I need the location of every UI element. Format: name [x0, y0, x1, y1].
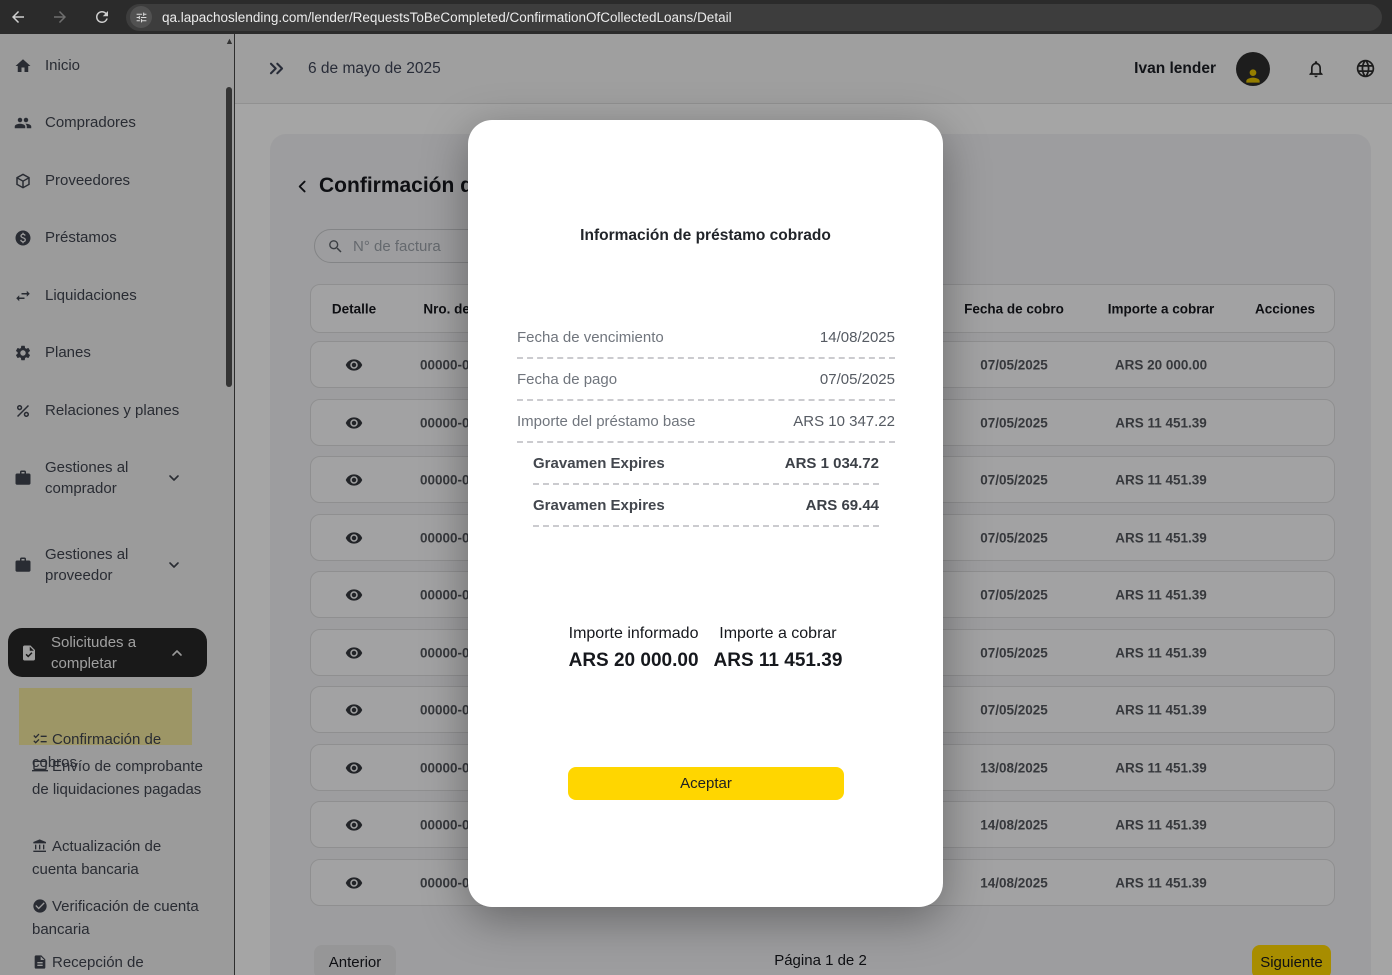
- modal-row-gravamen-1: Gravamen Expires ARS 1 034.72: [533, 443, 879, 485]
- total-value: ARS 11 451.39: [714, 650, 843, 672]
- row-value: 14/08/2025: [820, 329, 895, 346]
- row-label: Gravamen Expires: [533, 497, 665, 514]
- browser-forward-icon[interactable]: [46, 3, 74, 31]
- row-label: Gravamen Expires: [533, 455, 665, 472]
- row-label: Importe del préstamo base: [517, 413, 695, 430]
- row-value: ARS 69.44: [806, 497, 879, 514]
- modal-detail-rows: Fecha de vencimiento 14/08/2025 Fecha de…: [517, 317, 895, 527]
- modal-totals: Importe informado ARS 20 000.00 Importe …: [468, 625, 943, 672]
- modal-row-fecha-pago: Fecha de pago 07/05/2025: [517, 359, 895, 401]
- modal-row-fecha-vencimiento: Fecha de vencimiento 14/08/2025: [517, 317, 895, 359]
- row-label: Fecha de vencimiento: [517, 329, 664, 346]
- row-value: ARS 1 034.72: [785, 455, 879, 472]
- total-importe-informado: Importe informado ARS 20 000.00: [569, 625, 699, 672]
- browser-back-icon[interactable]: [4, 3, 32, 31]
- accept-button[interactable]: Aceptar: [568, 767, 844, 800]
- address-bar[interactable]: qa.lapachoslending.com/lender/RequestsTo…: [126, 4, 1382, 31]
- row-label: Fecha de pago: [517, 371, 617, 388]
- modal-row-gravamen-2: Gravamen Expires ARS 69.44: [533, 485, 879, 527]
- browser-bar: qa.lapachoslending.com/lender/RequestsTo…: [0, 0, 1392, 34]
- url-text: qa.lapachoslending.com/lender/RequestsTo…: [162, 10, 732, 25]
- site-settings-icon[interactable]: [130, 6, 152, 28]
- row-value: ARS 10 347.22: [793, 413, 895, 430]
- total-importe-a-cobrar: Importe a cobrar ARS 11 451.39: [714, 625, 843, 672]
- modal-title: Información de préstamo cobrado: [468, 227, 943, 245]
- row-value: 07/05/2025: [820, 371, 895, 388]
- browser-refresh-icon[interactable]: [88, 3, 116, 31]
- total-label: Importe a cobrar: [714, 625, 843, 643]
- modal-row-importe-base: Importe del préstamo base ARS 10 347.22: [517, 401, 895, 443]
- loan-info-modal: Información de préstamo cobrado Fecha de…: [468, 120, 943, 907]
- total-value: ARS 20 000.00: [569, 650, 699, 672]
- total-label: Importe informado: [569, 625, 699, 643]
